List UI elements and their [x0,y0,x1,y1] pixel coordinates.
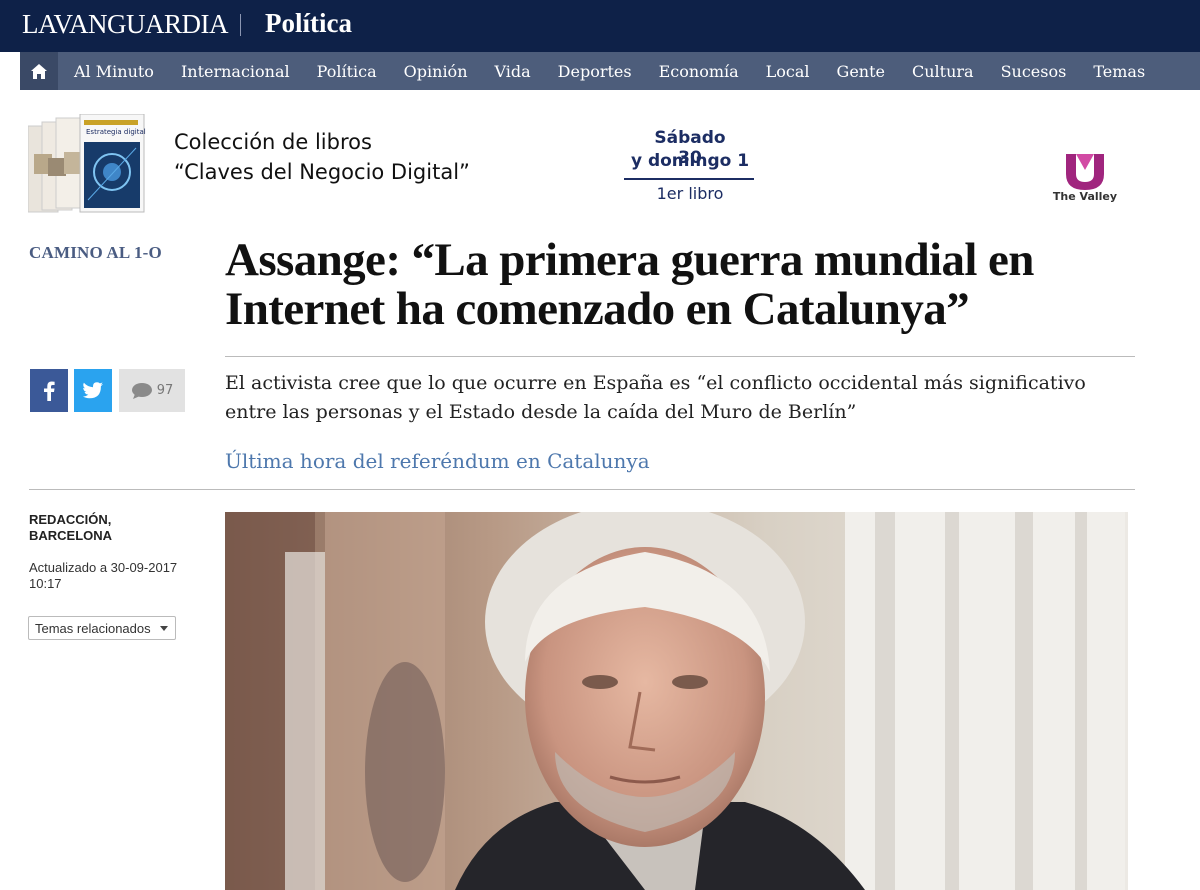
nav-item-sucesos[interactable]: Sucesos [1001,62,1067,81]
ad-title-line2: “Claves del Negocio Digital” [174,160,470,184]
section-title[interactable]: Política [265,8,352,39]
comment-icon [131,382,152,399]
facebook-share-button[interactable] [30,369,68,412]
nav-item-temas[interactable]: Temas [1093,62,1145,81]
article-updated-time: Actualizado a 30-09-2017 10:17 [29,560,178,591]
nav-items: Al Minuto Internacional Política Opinión… [74,52,1172,90]
nav-item-vida[interactable]: Vida [495,62,531,81]
portrait-image [225,512,1128,890]
related-topics-label: Temas relacionados [35,620,151,636]
masthead-divider [240,14,241,36]
twitter-icon [83,382,103,399]
nav-item-gente[interactable]: Gente [837,62,885,81]
book-collection-image: Estrategia digital [28,114,146,213]
twitter-share-button[interactable] [74,369,112,412]
ad-sponsor-name: The Valley [1052,190,1118,203]
ad-date-line2: y domingo 1 [630,151,750,171]
ad-title-line1: Colección de libros [174,130,372,154]
ad-date-line3: 1er libro [656,184,724,203]
the-valley-logo-icon [1066,154,1104,190]
nav-item-economia[interactable]: Economía [659,62,739,81]
article-author: REDACCIÓN, BARCELONA [29,512,113,543]
comments-button[interactable]: 97 [119,369,185,412]
ad-divider [624,178,754,180]
nav-item-politica[interactable]: Política [317,62,377,81]
nav-item-internacional[interactable]: Internacional [181,62,290,81]
nav-item-local[interactable]: Local [766,62,810,81]
divider [225,356,1135,357]
article-category[interactable]: CAMINO AL 1-O [29,243,162,263]
chevron-down-icon [160,626,168,631]
nav-item-deportes[interactable]: Deportes [558,62,632,81]
facebook-icon [44,381,55,401]
masthead: LAVANGUARDIA Política [0,0,1200,52]
main-nav: Al Minuto Internacional Política Opinión… [20,52,1200,90]
home-icon [31,63,47,79]
related-topics-dropdown[interactable]: Temas relacionados [28,616,176,640]
nav-item-opinion[interactable]: Opinión [404,62,468,81]
comment-count: 97 [156,383,174,398]
book-cover-text: Estrategia digital [86,128,146,136]
article-photo[interactable] [225,512,1128,890]
nav-item-cultura[interactable]: Cultura [912,62,974,81]
article-headline: Assange: “La primera guerra mundial en I… [225,234,1034,335]
divider [29,489,1135,490]
article-subtitle: El activista cree que lo que ocurre en E… [225,372,1086,423]
live-coverage-link[interactable]: Última hora del referéndum en Catalunya [225,449,650,473]
nav-item-al-minuto[interactable]: Al Minuto [74,62,154,81]
ad-banner[interactable]: Estrategia digital Colección de libros “… [20,100,1135,218]
home-button[interactable] [20,52,58,90]
site-logo[interactable]: LAVANGUARDIA [22,9,229,40]
